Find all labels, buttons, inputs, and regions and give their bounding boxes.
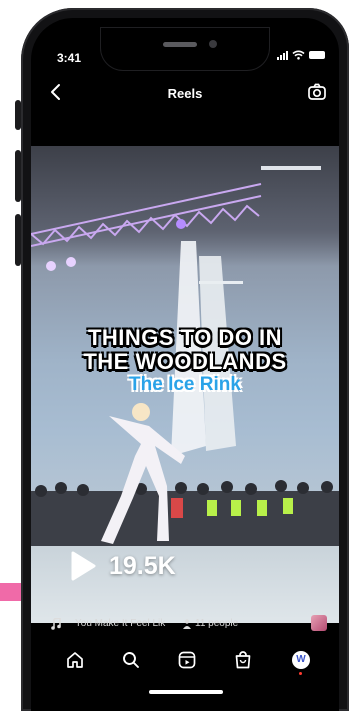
caption-line-2: The Woodlands: [83, 349, 287, 374]
audio-thumbnail[interactable]: [311, 615, 327, 631]
caption-subtitle: The Ice Rink: [129, 374, 241, 395]
wifi-icon: [292, 50, 305, 60]
bottom-tab-bar: W: [31, 640, 339, 680]
phone-frame: 3:41 Reels THINGS TO DO IN THE WOODLANDS…: [21, 8, 349, 711]
front-camera: [209, 40, 217, 48]
signal-icon: [277, 50, 288, 60]
page-title: Reels: [167, 86, 203, 101]
top-nav: Reels: [31, 76, 339, 112]
person-icon: [183, 618, 191, 629]
tab-home[interactable]: [63, 648, 87, 672]
shop-icon: [235, 651, 251, 669]
reel-video[interactable]: Things to do in The Woodlands The Ice Ri…: [31, 146, 339, 623]
caption-line-1: Things to do in: [87, 325, 283, 350]
audio-bar[interactable]: You Make It Feel Lik 11 people: [31, 614, 339, 634]
profile-avatar: W: [292, 651, 310, 669]
home-indicator[interactable]: [149, 690, 223, 694]
view-count: 19.5K: [69, 550, 176, 582]
status-time: 3:41: [57, 51, 82, 65]
status-icons: [277, 50, 325, 60]
music-note-icon: [51, 618, 61, 630]
video-caption: Things to do in The Woodlands The Ice Ri…: [31, 326, 339, 396]
search-icon: [123, 652, 139, 668]
home-icon: [67, 652, 83, 668]
tab-shop[interactable]: [231, 648, 255, 672]
tab-reels[interactable]: [175, 648, 199, 672]
reels-icon: [178, 651, 196, 669]
audio-track-name[interactable]: You Make It Feel Lik: [75, 618, 165, 629]
tab-profile[interactable]: W: [289, 648, 313, 675]
status-bar: 3:41: [31, 18, 339, 70]
people-count[interactable]: 11 people: [183, 618, 238, 629]
speaker-grille: [163, 42, 197, 47]
notification-dot: [299, 672, 302, 675]
tab-search[interactable]: [119, 648, 143, 672]
phone-screen: 3:41 Reels THINGS TO DO IN THE WOODLANDS…: [31, 18, 339, 711]
dynamic-island: [101, 28, 269, 70]
people-count-label: 11 people: [195, 618, 239, 629]
view-count-value: 19.5K: [109, 551, 176, 580]
play-icon[interactable]: [69, 550, 97, 582]
battery-icon: [309, 51, 325, 59]
camera-icon[interactable]: [307, 82, 327, 102]
